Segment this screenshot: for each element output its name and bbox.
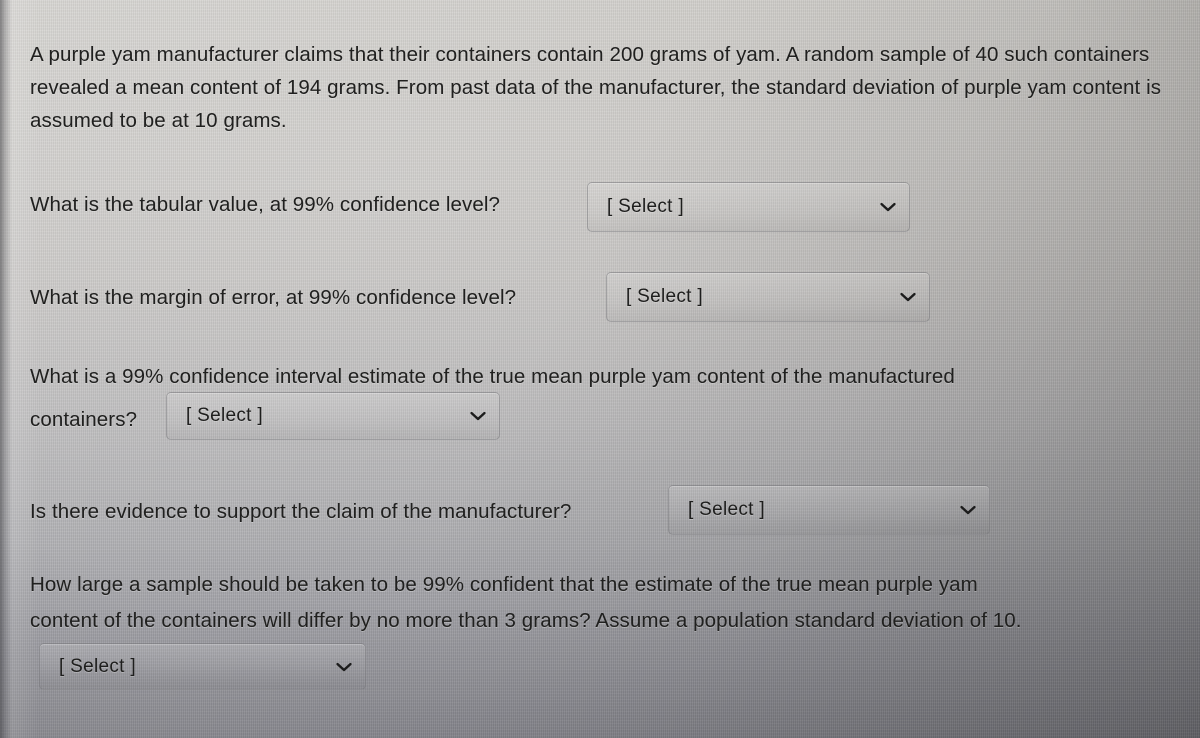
select-confidence-interval-label: [ Select ] <box>186 405 263 426</box>
chevron-down-icon <box>960 505 976 515</box>
select-evidence-for-claim-label: [ Select ] <box>688 499 765 520</box>
question-confidence-interval-line1: What is a 99% confidence interval estima… <box>30 365 955 388</box>
question-margin-of-error-text: What is the margin of error, at 99% conf… <box>30 286 517 309</box>
select-evidence-for-claim[interactable]: [ Select ] <box>668 485 990 535</box>
question-sample-size-line1: How large a sample should be taken to be… <box>30 573 978 596</box>
select-tabular-value-label: [ Select ] <box>607 196 684 217</box>
question-evidence-text: Is there evidence to support the claim o… <box>30 500 572 523</box>
problem-statement: A purple yam manufacturer claims that th… <box>30 43 1162 132</box>
select-margin-of-error[interactable]: [ Select ] <box>606 272 930 322</box>
select-margin-of-error-label: [ Select ] <box>626 286 703 307</box>
select-tabular-value[interactable]: [ Select ] <box>587 182 910 232</box>
chevron-down-icon <box>900 292 916 302</box>
question-confidence-interval-line2: containers? <box>30 408 138 431</box>
question-sample-size-line2: content of the containers will differ by… <box>30 609 1022 632</box>
question-tabular-value-text: What is the tabular value, at 99% confid… <box>30 193 501 216</box>
select-sample-size-label: [ Select ] <box>59 655 136 677</box>
chevron-down-icon <box>470 411 486 421</box>
select-confidence-interval[interactable]: [ Select ] <box>166 392 500 440</box>
question-page: A purple yam manufacturer claims that th… <box>0 0 1200 738</box>
select-sample-size[interactable]: [ Select ] <box>39 643 366 690</box>
chevron-down-icon <box>880 202 896 212</box>
chevron-down-icon <box>336 662 352 672</box>
